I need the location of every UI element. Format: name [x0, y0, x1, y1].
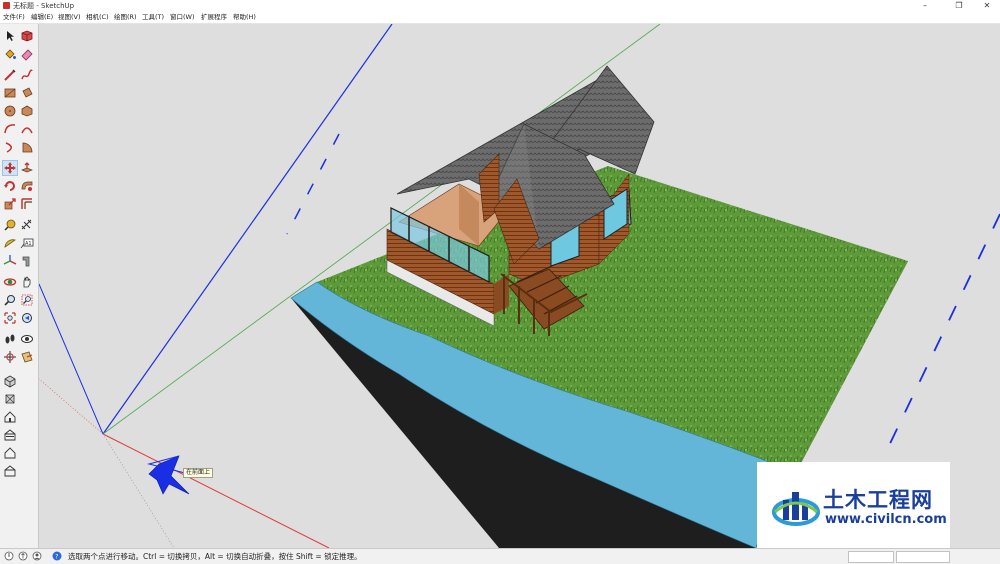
- menu-edit[interactable]: 编辑(E): [31, 12, 53, 22]
- menu-window[interactable]: 窗口(W): [170, 12, 195, 22]
- sketchup-logo-icon: [3, 2, 10, 9]
- rotated-rectangle-icon[interactable]: [20, 86, 34, 100]
- scale-icon[interactable]: [3, 197, 17, 211]
- blue-axis-solid: [102, 24, 393, 435]
- window-title: 无标题 - SketchUp: [13, 2, 75, 10]
- pie-icon[interactable]: [20, 140, 34, 154]
- eraser-icon[interactable]: [20, 47, 34, 61]
- axes-icon[interactable]: [3, 254, 17, 268]
- instructor-icon[interactable]: ?: [52, 551, 62, 561]
- walk-icon[interactable]: [3, 332, 17, 346]
- line-icon[interactable]: [3, 68, 17, 82]
- iso-view-icon[interactable]: [3, 374, 17, 388]
- zoom-extents-icon[interactable]: [3, 311, 17, 325]
- menu-file[interactable]: 文件(F): [3, 12, 25, 22]
- user-account-icon[interactable]: [32, 551, 42, 561]
- move-icon[interactable]: [2, 160, 18, 176]
- credits-icon[interactable]: [18, 551, 28, 561]
- blue-axis-dashed-2: [286, 133, 340, 235]
- position-camera-icon[interactable]: [3, 350, 17, 364]
- 3d-text-icon[interactable]: [20, 254, 34, 268]
- menu-tools[interactable]: 工具(T): [142, 12, 164, 22]
- zoom-icon[interactable]: [3, 293, 17, 307]
- site-watermark: 土木工程网 www.civilcn.com: [757, 462, 950, 548]
- section-plane-icon[interactable]: [20, 350, 34, 364]
- menu-extensions[interactable]: 扩展程序: [201, 12, 227, 22]
- blue-axis-dashed: [884, 213, 1000, 455]
- polygon-icon[interactable]: [20, 104, 34, 118]
- rectangle-icon[interactable]: [3, 86, 17, 100]
- watermark-title: 土木工程网: [823, 488, 933, 512]
- measurements-input[interactable]: [896, 551, 950, 563]
- protractor-icon[interactable]: [3, 236, 17, 250]
- dimension-icon[interactable]: [20, 218, 34, 232]
- menu-draw[interactable]: 绘图(R): [114, 12, 137, 22]
- menu-help[interactable]: 帮助(H): [233, 12, 256, 22]
- paint-bucket-icon[interactable]: [3, 47, 17, 61]
- select-icon[interactable]: [3, 29, 17, 43]
- red-axis-dotted: [39, 378, 104, 435]
- offset-icon[interactable]: [20, 197, 34, 211]
- drawing-viewport[interactable]: 在前面上 土木工程网 www.civilcn.com: [39, 24, 1000, 548]
- status-bar: ? 选取两个点进行移动。Ctrl = 切换拷贝，Alt = 切换自动折叠，按住 …: [0, 548, 1000, 564]
- text-icon[interactable]: A1: [20, 236, 34, 250]
- status-message: 选取两个点进行移动。Ctrl = 切换拷贝，Alt = 切换自动折叠，按住 Sh…: [68, 552, 362, 561]
- back-view-icon[interactable]: [3, 446, 17, 460]
- make-component-icon[interactable]: [20, 29, 34, 43]
- civilcn-logo-icon: [772, 492, 820, 526]
- minimize-button[interactable]: –: [914, 0, 936, 11]
- measurements-label-box: [848, 551, 894, 563]
- follow-me-icon[interactable]: [20, 179, 34, 193]
- freehand-icon[interactable]: [20, 68, 34, 82]
- push-pull-icon[interactable]: [20, 161, 34, 175]
- svg-text:A1: A1: [25, 241, 32, 247]
- watermark-url: www.civilcn.com: [825, 512, 947, 527]
- front-view-icon[interactable]: [3, 410, 17, 424]
- look-around-icon[interactable]: [20, 332, 34, 346]
- title-bar: 无标题 - SketchUp – ❐ ✕: [0, 0, 1000, 11]
- restore-button[interactable]: ❐: [948, 0, 970, 11]
- close-button[interactable]: ✕: [976, 0, 998, 11]
- geolocation-icon[interactable]: [4, 551, 14, 561]
- circle-icon[interactable]: [3, 104, 17, 118]
- right-view-icon[interactable]: [3, 428, 17, 442]
- tape-measure-icon[interactable]: [3, 218, 17, 232]
- three-point-arc-icon[interactable]: [3, 140, 17, 154]
- red-axis: [102, 433, 330, 548]
- arc-icon[interactable]: [3, 122, 17, 136]
- blue-axis-left: [39, 283, 104, 435]
- orbit-icon[interactable]: [3, 275, 17, 289]
- inference-tooltip: 在前面上: [183, 468, 214, 478]
- previous-view-icon[interactable]: [20, 311, 34, 325]
- svg-text:?: ?: [55, 554, 58, 561]
- menu-view[interactable]: 视图(V): [58, 12, 81, 22]
- rotate-icon[interactable]: [3, 179, 17, 193]
- top-view-icon[interactable]: [3, 392, 17, 406]
- menu-camera[interactable]: 相机(C): [86, 12, 109, 22]
- menu-bar: 文件(F) 编辑(E) 视图(V) 相机(C) 绘图(R) 工具(T) 窗口(W…: [0, 11, 1000, 24]
- zoom-window-icon[interactable]: [20, 293, 34, 307]
- two-point-arc-icon[interactable]: [20, 122, 34, 136]
- tools-toolbar: A1: [0, 24, 39, 548]
- left-view-icon[interactable]: [3, 464, 17, 478]
- pan-icon[interactable]: [20, 275, 34, 289]
